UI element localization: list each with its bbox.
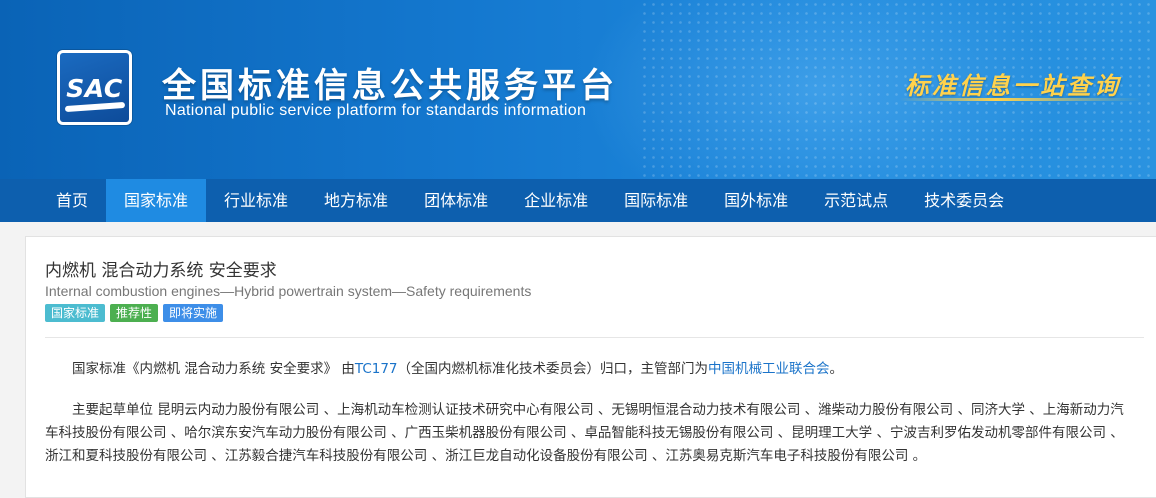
nav-item-international[interactable]: 国际标准 — [606, 179, 706, 222]
logo-text: SAC — [66, 74, 123, 103]
responsibility-paragraph: 国家标准《内燃机 混合动力系统 安全要求》 由TC177（全国内燃机标准化技术委… — [45, 358, 1137, 381]
tc177-link[interactable]: TC177 — [355, 361, 398, 377]
standard-title-en: Internal combustion engines—Hybrid power… — [45, 283, 532, 299]
nav-item-tech-committee[interactable]: 技术委员会 — [906, 179, 1022, 222]
badge-upcoming: 即将实施 — [163, 304, 224, 322]
nav-item-enterprise[interactable]: 企业标准 — [506, 179, 606, 222]
main-nav: 首页 国家标准 行业标准 地方标准 团体标准 企业标准 国际标准 国外标准 示范… — [0, 179, 1156, 222]
site-title-en: National public service platform for sta… — [165, 102, 587, 119]
divider — [45, 337, 1144, 338]
nav-item-local[interactable]: 地方标准 — [306, 179, 406, 222]
nav-item-industry[interactable]: 行业标准 — [206, 179, 306, 222]
para1-suffix: 。 — [829, 361, 844, 377]
badge-recommended: 推荐性 — [110, 304, 159, 322]
site-title-cn: 全国标准信息公共服务平台 — [162, 66, 618, 106]
sac-logo[interactable]: SAC — [57, 50, 132, 125]
header-banner: SAC 全国标准信息公共服务平台 National public service… — [0, 0, 1156, 179]
standard-detail-panel: 内燃机 混合动力系统 安全要求 Internal combustion engi… — [25, 236, 1156, 498]
badge-group: 国家标准 推荐性 即将实施 — [45, 304, 224, 322]
nav-item-pilot[interactable]: 示范试点 — [806, 179, 906, 222]
para1-tc-desc: （全国内燃机标准化技术委员会）归口，主管部门为 — [397, 361, 709, 377]
nav-item-home[interactable]: 首页 — [38, 179, 106, 222]
drafting-units-paragraph: 主要起草单位 昆明云内动力股份有限公司 、上海机动车检测认证技术研究中心有限公司… — [45, 402, 1124, 464]
logo-swoosh-icon — [64, 101, 126, 113]
nav-item-group[interactable]: 团体标准 — [406, 179, 506, 222]
standard-title: 内燃机 混合动力系统 安全要求 — [45, 261, 277, 281]
slogan-underline — [900, 98, 1140, 101]
para1-prefix: 国家标准《内燃机 混合动力系统 安全要求》 由 — [72, 361, 355, 377]
badge-national-standard: 国家标准 — [45, 304, 106, 322]
department-link[interactable]: 中国机械工业联合会 — [708, 361, 830, 377]
nav-item-foreign[interactable]: 国外标准 — [706, 179, 806, 222]
nav-item-national[interactable]: 国家标准 — [106, 179, 207, 222]
